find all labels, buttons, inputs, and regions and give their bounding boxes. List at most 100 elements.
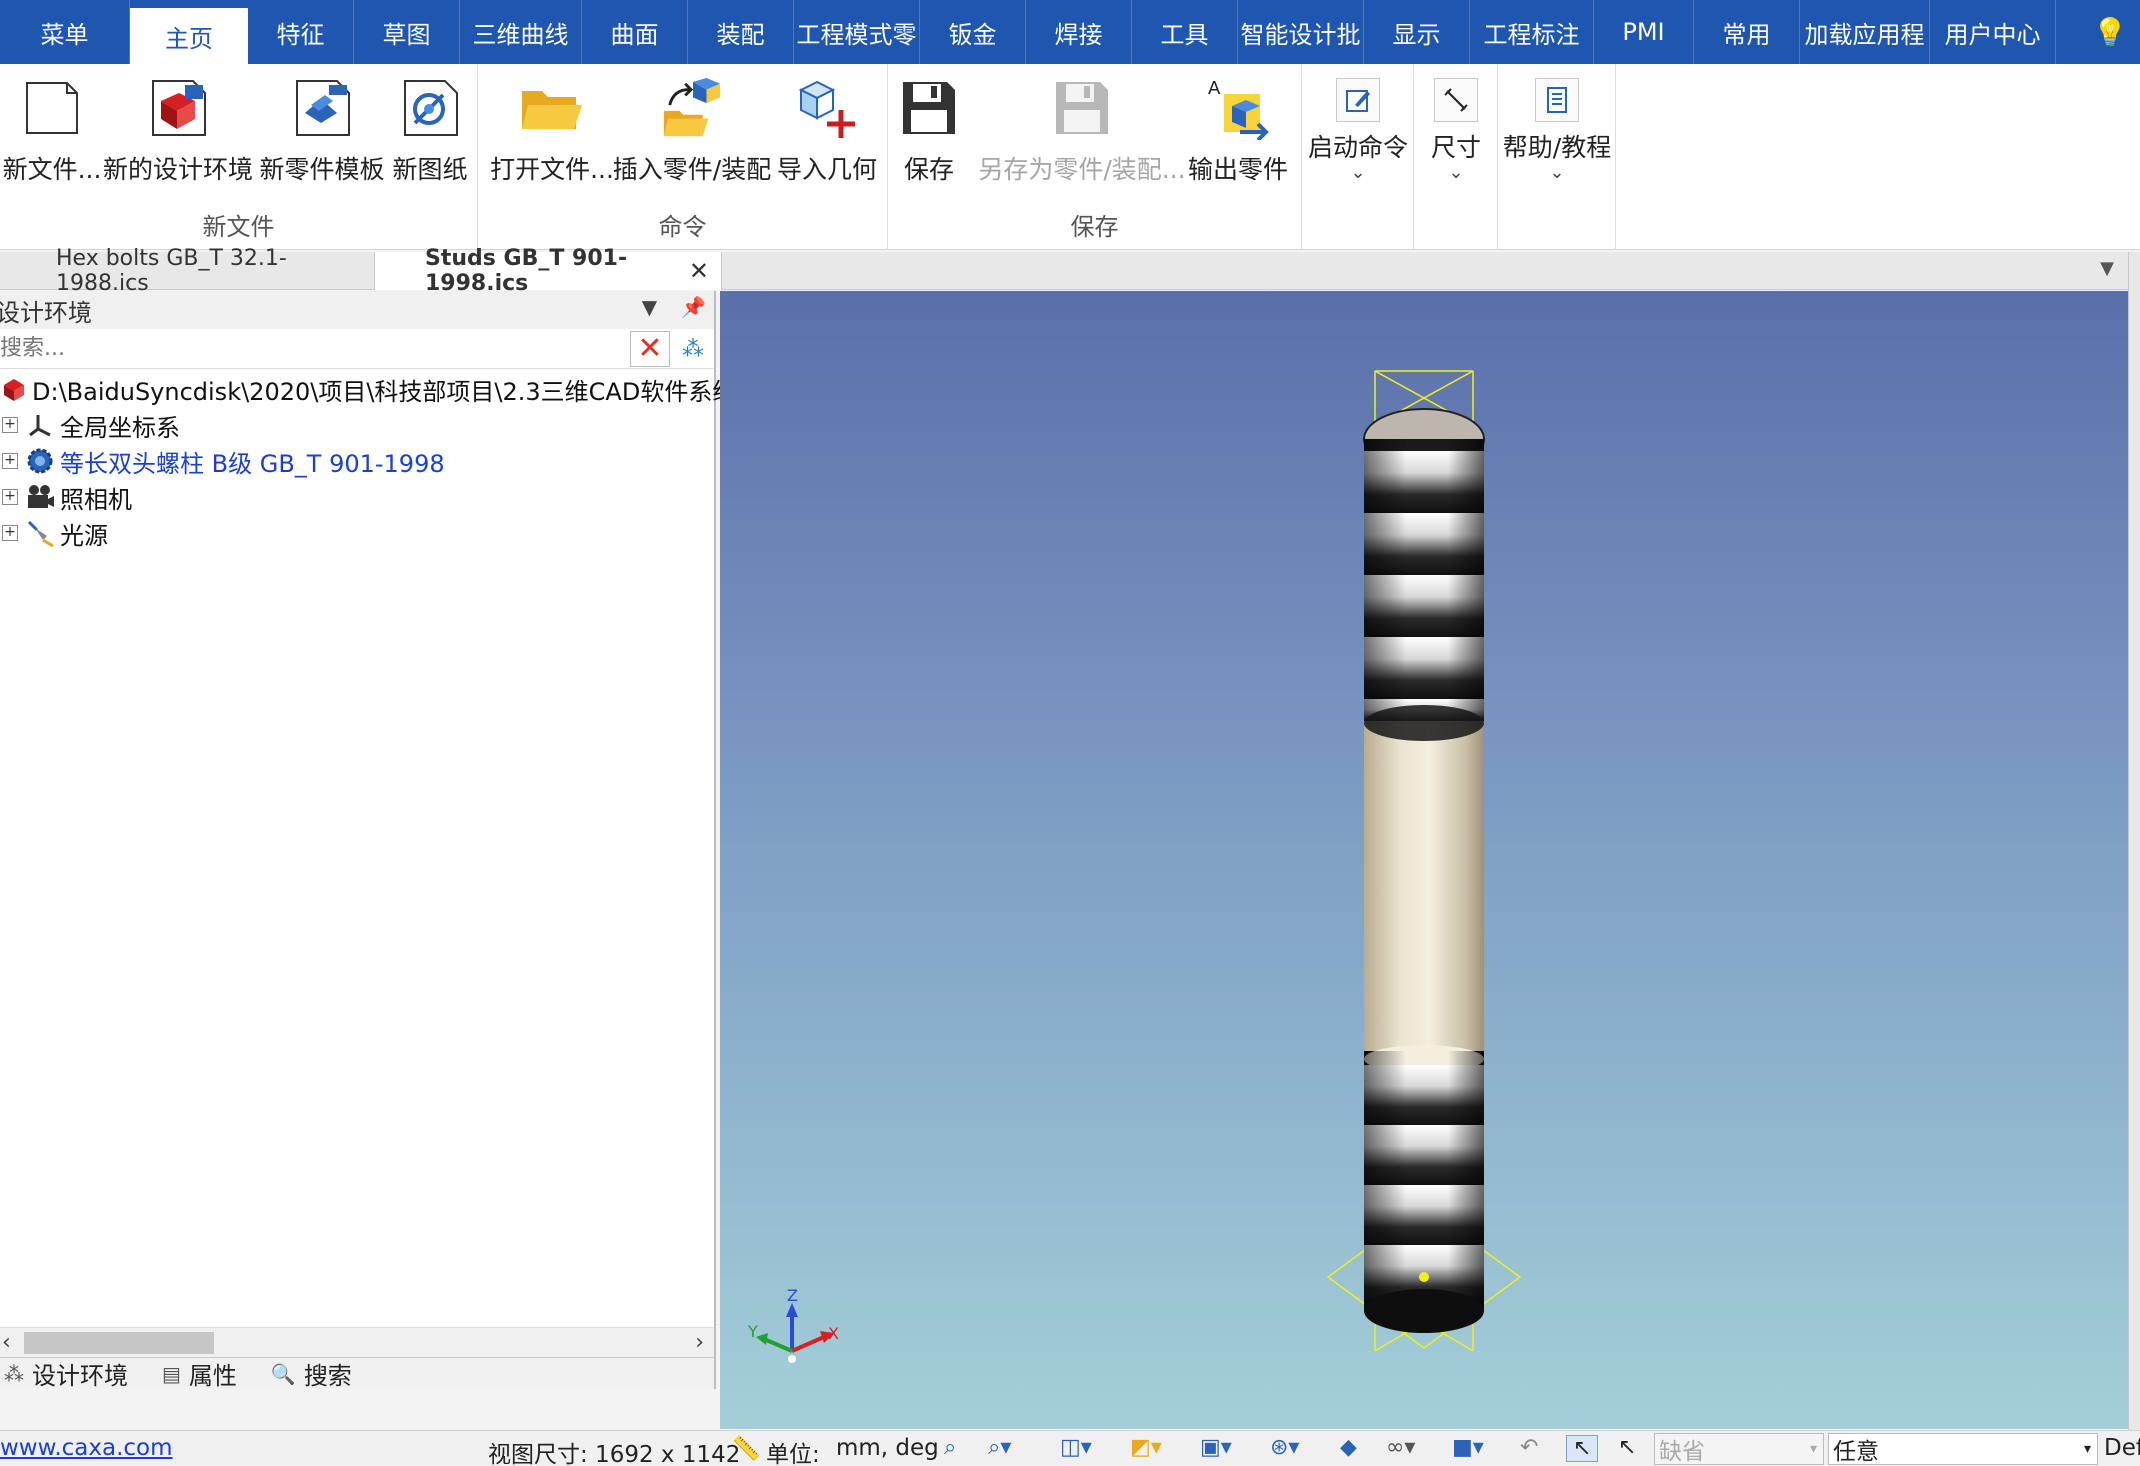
- axis-y-label: Y: [747, 1322, 758, 1341]
- 3d-viewport[interactable]: Z X Y: [720, 291, 2128, 1429]
- menu-tab-5[interactable]: 曲面: [582, 0, 688, 64]
- save-button[interactable]: 保存: [896, 72, 962, 186]
- menu-tab-12[interactable]: 显示: [1364, 0, 1470, 64]
- menu-tab-11[interactable]: 智能设计批: [1238, 0, 1364, 64]
- doc-tab-studs[interactable]: Studs GB_T 901-1998.ics ✕: [374, 246, 722, 296]
- tree-node-camera[interactable]: + 照相机: [0, 479, 714, 515]
- filter-select-dropdown[interactable]: 任意 ▾: [1828, 1433, 2098, 1465]
- part-gear-icon: [24, 445, 56, 477]
- menu-tab-16[interactable]: 加载应用程: [1800, 0, 1930, 64]
- menu-tab-label: 工程标注: [1483, 20, 1580, 49]
- panel-dropdown-icon[interactable]: ▼: [642, 295, 657, 319]
- save-as-part-label: 另存为零件/装配...: [978, 155, 1186, 184]
- export-part-label: 输出零件: [1187, 155, 1288, 184]
- tree-node-part[interactable]: + 等长双头螺柱 B级 GB_T 901-1998: [0, 443, 714, 479]
- document-tab-bar: Hex bolts GB_T 32.1-1988.ics Studs GB_T …: [0, 246, 2140, 296]
- camera-walk-icon[interactable]: ⊛▾: [1270, 1435, 1299, 1460]
- glasses-icon[interactable]: ∞▾: [1386, 1435, 1415, 1460]
- panel-tab-design-env[interactable]: ⁂ 设计环境: [0, 1356, 128, 1391]
- light-source-icon: [24, 517, 56, 549]
- search-options-icon[interactable]: ⁂: [676, 331, 710, 367]
- menu-tab-13[interactable]: 工程标注: [1470, 0, 1594, 64]
- tree-node-root[interactable]: D:\BaiduSyncdisk\2020\项目\科技部项目\2.3三维CAD软…: [0, 371, 736, 407]
- scroll-left-icon[interactable]: ‹: [2, 1330, 11, 1355]
- view-size-readout: 视图尺寸: 1692 x 1142: [488, 1442, 741, 1466]
- scroll-right-icon[interactable]: ›: [695, 1330, 704, 1355]
- menu-tab-9[interactable]: 焊接: [1026, 0, 1132, 64]
- select-filter-icon[interactable]: ↖: [1618, 1435, 1636, 1460]
- folder-open-icon: [520, 72, 584, 144]
- doc-tab-hex-bolts[interactable]: Hex bolts GB_T 32.1-1988.ics: [44, 246, 374, 296]
- stud-model[interactable]: Z X Y: [720, 291, 2128, 1429]
- expand-icon[interactable]: +: [2, 525, 18, 541]
- menu-tab-7[interactable]: 工程模式零: [794, 0, 920, 64]
- tree-node-label: 等长双头螺柱 B级 GB_T 901-1998: [60, 449, 445, 478]
- menu-tab-label: 钣金: [948, 20, 997, 49]
- svg-text:A: A: [1208, 78, 1221, 99]
- menu-tab-label: 草图: [382, 20, 431, 49]
- expand-icon[interactable]: +: [2, 489, 18, 505]
- cube-display-icon[interactable]: ■▾: [1452, 1435, 1484, 1460]
- select-pointer-icon[interactable]: ↖: [1566, 1435, 1599, 1462]
- menu-tab-label: 特征: [276, 20, 325, 49]
- save-as-part-button[interactable]: 另存为零件/装配...: [978, 72, 1186, 186]
- zoom-fit-icon[interactable]: ⌕: [944, 1435, 956, 1460]
- dimension-button[interactable]: 尺寸 ⌄: [1422, 72, 1490, 182]
- insert-part-icon: [660, 72, 724, 144]
- new-drawing-button[interactable]: 新图纸: [390, 72, 470, 186]
- menu-tab-15[interactable]: 常用: [1694, 0, 1800, 64]
- new-part-template-button[interactable]: 新零件模板: [256, 72, 388, 186]
- menu-tab-2[interactable]: 特征: [248, 0, 354, 64]
- axis-x-label: X: [828, 1324, 839, 1343]
- panel-tab-properties[interactable]: ▤ 属性: [158, 1356, 237, 1391]
- ruler-icon: 📏: [732, 1436, 761, 1462]
- render-mode-icon[interactable]: ◩▾: [1130, 1435, 1162, 1460]
- menu-tab-6[interactable]: 装配: [688, 0, 794, 64]
- tab-list-dropdown-icon[interactable]: ▼: [2100, 258, 2114, 279]
- insert-part-button[interactable]: 插入零件/装配: [612, 72, 772, 186]
- menu-tab-1[interactable]: 主页: [130, 0, 248, 64]
- chevron-down-icon: ⌄: [1448, 162, 1464, 183]
- start-command-button[interactable]: 启动命令 ⌄: [1308, 72, 1408, 182]
- view-orient-icon[interactable]: ◫▾: [1060, 1435, 1092, 1460]
- filter-select-value: 任意: [1833, 1439, 1879, 1465]
- scrollbar-thumb[interactable]: [24, 1332, 214, 1354]
- panel-tab-search[interactable]: 🔍 搜索: [267, 1356, 352, 1391]
- expand-icon[interactable]: +: [2, 453, 18, 469]
- tree-search-input[interactable]: [0, 330, 620, 367]
- menu-tab-10[interactable]: 工具: [1132, 0, 1238, 64]
- new-file-button[interactable]: 新文件...: [3, 72, 101, 186]
- lower-thread: [1364, 1045, 1484, 1333]
- lightbulb-icon[interactable]: 💡: [2080, 0, 2140, 64]
- pin-icon[interactable]: 📌: [681, 295, 706, 319]
- floppy-disk-icon: [897, 72, 961, 144]
- menu-tab-14[interactable]: PMI: [1594, 0, 1694, 64]
- tree-node-global-coords[interactable]: + 全局坐标系: [0, 407, 714, 443]
- open-file-button[interactable]: 打开文件...: [490, 72, 614, 186]
- units-label: 单位:: [766, 1442, 820, 1466]
- menu-tab-label: 工程模式零: [796, 20, 917, 49]
- help-tutorial-button[interactable]: 帮助/教程 ⌄: [1502, 72, 1612, 182]
- website-link[interactable]: www.caxa.com: [0, 1435, 173, 1461]
- panel-tab-label: 属性: [188, 1362, 237, 1390]
- zoom-icon[interactable]: ⌕▾: [988, 1435, 1011, 1460]
- ribbon-group-command: 打开文件... 插入零件/装配 导入几何 命令: [478, 64, 888, 250]
- menu-tab-17[interactable]: 用户中心: [1930, 0, 2056, 64]
- standard-view-icon[interactable]: ▣▾: [1200, 1435, 1232, 1460]
- expand-icon[interactable]: +: [2, 417, 18, 433]
- undo-arrow-icon[interactable]: ↶: [1520, 1435, 1538, 1460]
- vertical-scrollbar[interactable]: [2128, 252, 2140, 1432]
- default-select-dropdown[interactable]: 缺省 ▾: [1654, 1433, 1824, 1465]
- menu-tab-3[interactable]: 草图: [354, 0, 460, 64]
- new-design-env-button[interactable]: 新的设计环境: [103, 72, 253, 186]
- menu-tab-8[interactable]: 钣金: [920, 0, 1026, 64]
- import-geometry-button[interactable]: 导入几何: [774, 72, 880, 186]
- clear-search-icon[interactable]: ✕: [630, 331, 670, 367]
- menu-tab-4[interactable]: 三维曲线: [460, 0, 582, 64]
- section-view-icon[interactable]: ◆: [1340, 1435, 1357, 1460]
- tree-node-light[interactable]: + 光源: [0, 515, 714, 551]
- menu-tab-0[interactable]: 菜单: [0, 0, 130, 64]
- export-part-button[interactable]: A 输出零件: [1186, 72, 1290, 186]
- close-tab-icon[interactable]: ✕: [689, 257, 709, 285]
- horizontal-scrollbar[interactable]: ‹ ›: [0, 1327, 714, 1357]
